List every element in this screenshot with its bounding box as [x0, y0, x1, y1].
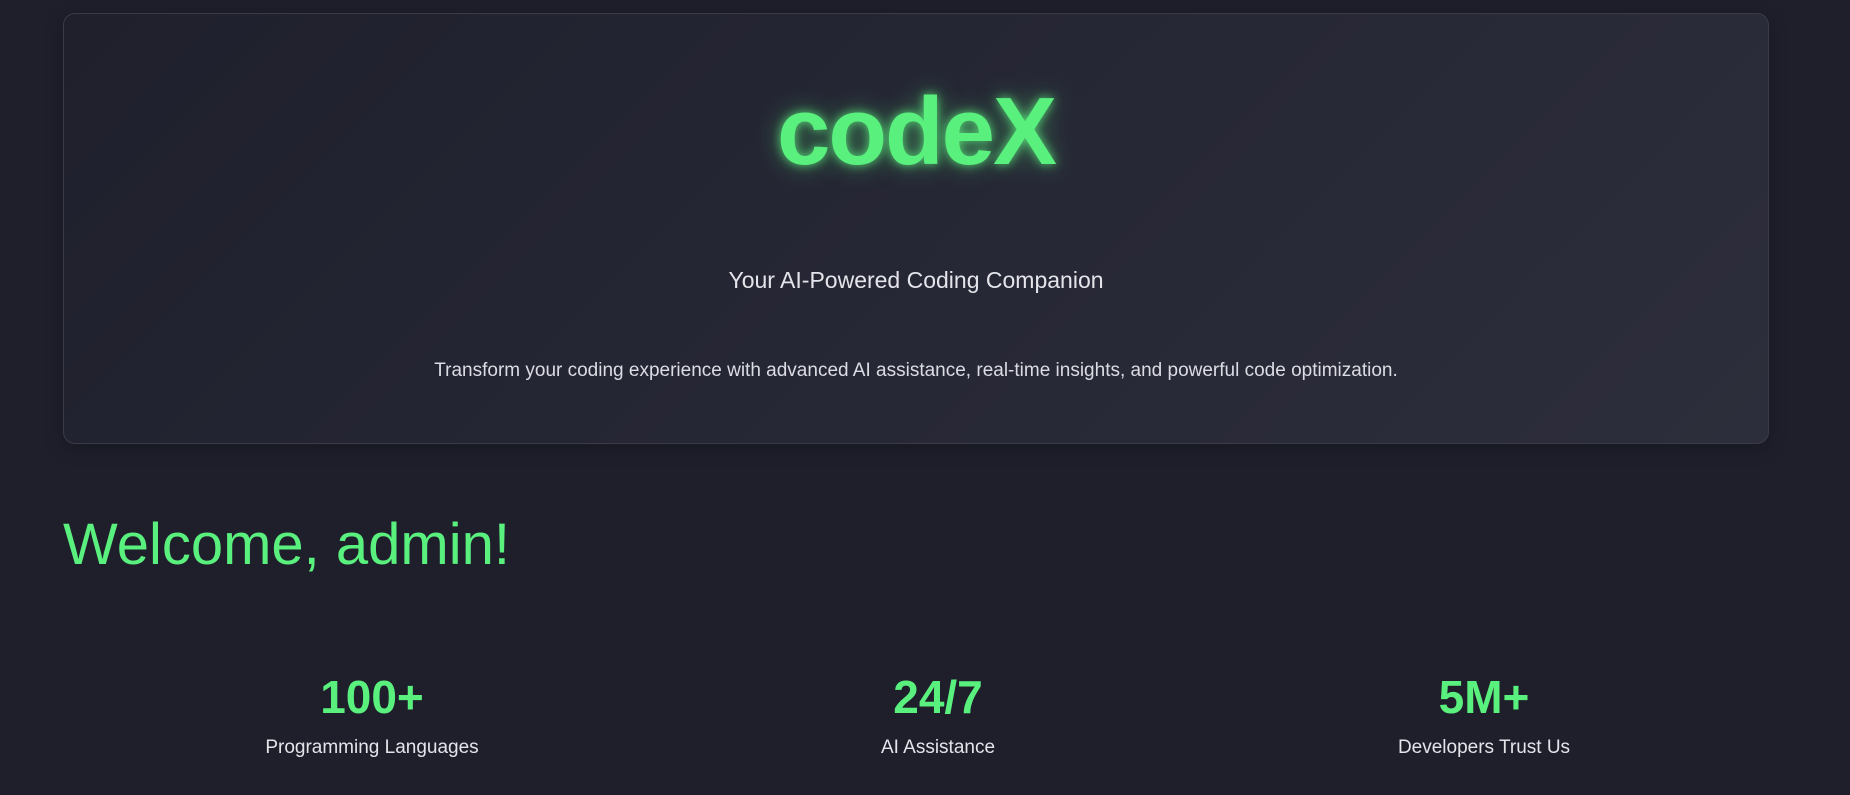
hero-tagline: Your AI-Powered Coding Companion	[728, 267, 1104, 293]
stats-row: 100+ Programming Languages 24/7 AI Assis…	[0, 672, 1850, 792]
hero-description: Transform your coding experience with ad…	[434, 360, 1398, 381]
stat-value: 24/7	[893, 671, 983, 723]
stat-value: 100+	[320, 671, 424, 723]
welcome-heading: Welcome, admin!	[63, 512, 510, 577]
stat-label: Developers Trust Us	[1397, 736, 1571, 758]
stat-value: 5M+	[1438, 671, 1530, 723]
stat-developers: 5M+ Developers Trust Us	[1284, 672, 1684, 759]
stat-ai-assistance: 24/7 AI Assistance	[738, 672, 1138, 759]
hero-card: codeX Your AI-Powered Coding Companion T…	[63, 13, 1769, 444]
stat-label: AI Assistance	[880, 736, 996, 758]
app-page: codeX Your AI-Powered Coding Companion T…	[0, 0, 1850, 795]
stat-label: Programming Languages	[265, 736, 479, 758]
stat-languages: 100+ Programming Languages	[172, 672, 572, 759]
brand-logo: codeX	[776, 78, 1057, 185]
